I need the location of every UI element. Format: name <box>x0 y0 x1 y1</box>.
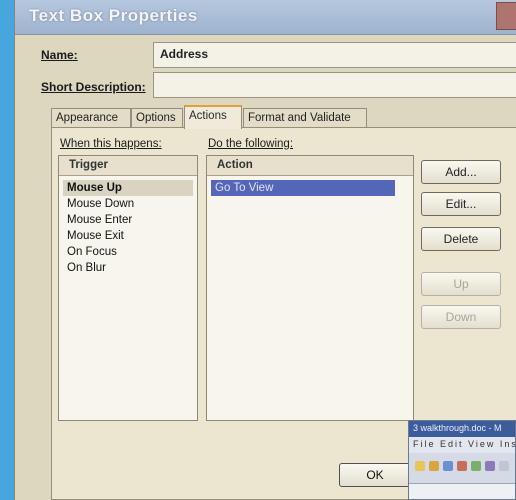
trigger-list[interactable]: Trigger Mouse Up Mouse Down Mouse Enter … <box>58 155 198 421</box>
name-field[interactable]: Address <box>153 42 516 68</box>
name-label: Name: <box>41 48 78 62</box>
desktop-strip <box>0 0 14 500</box>
trigger-header: Trigger <box>59 156 197 176</box>
cut-icon <box>485 461 495 471</box>
tab-options[interactable]: Options <box>131 108 183 128</box>
trigger-item-mouse-enter[interactable]: Mouse Enter <box>63 212 193 228</box>
action-item-go-to-view[interactable]: Go To View <box>211 180 395 196</box>
trigger-item-mouse-exit[interactable]: Mouse Exit <box>63 228 193 244</box>
thumbnail-menu-bar: File Edit View Insert <box>409 437 515 453</box>
trigger-item-mouse-up[interactable]: Mouse Up <box>63 180 193 196</box>
print-icon <box>457 461 467 471</box>
close-icon[interactable] <box>496 2 516 30</box>
action-header: Action <box>207 156 413 176</box>
short-description-field[interactable] <box>153 72 516 98</box>
spelling-icon <box>471 461 481 471</box>
action-list[interactable]: Action Go To View <box>206 155 414 421</box>
edit-button[interactable]: Edit... <box>421 192 501 216</box>
new-document-icon <box>415 461 425 471</box>
move-down-button[interactable]: Down <box>421 305 501 329</box>
thumbnail-ruler <box>409 483 515 499</box>
tab-format-and-validate[interactable]: Format and Validate <box>243 108 367 128</box>
title-bar[interactable]: Text Box Properties <box>15 0 516 35</box>
window-title: Text Box Properties <box>29 6 198 25</box>
trigger-item-on-focus[interactable]: On Focus <box>63 244 193 260</box>
save-icon <box>443 461 453 471</box>
trigger-item-on-blur[interactable]: On Blur <box>63 260 193 276</box>
paste-icon <box>499 461 509 471</box>
word-document-thumbnail[interactable]: 3 walkthrough.doc - M File Edit View Ins… <box>408 420 516 500</box>
open-folder-icon <box>429 461 439 471</box>
delete-button[interactable]: Delete <box>421 227 501 251</box>
tab-appearance[interactable]: Appearance <box>51 108 131 128</box>
do-the-following-label: Do the following: <box>208 138 294 150</box>
thumbnail-title: 3 walkthrough.doc - M <box>409 421 515 437</box>
move-up-button[interactable]: Up <box>421 272 501 296</box>
trigger-item-mouse-down[interactable]: Mouse Down <box>63 196 193 212</box>
add-button[interactable]: Add... <box>421 160 501 184</box>
when-this-happens-label: When this happens: <box>60 138 162 150</box>
thumbnail-toolbar <box>409 453 515 483</box>
ok-button[interactable]: OK <box>339 463 411 487</box>
short-description-label: Short Description: <box>41 80 146 94</box>
tab-actions[interactable]: Actions <box>184 105 242 129</box>
